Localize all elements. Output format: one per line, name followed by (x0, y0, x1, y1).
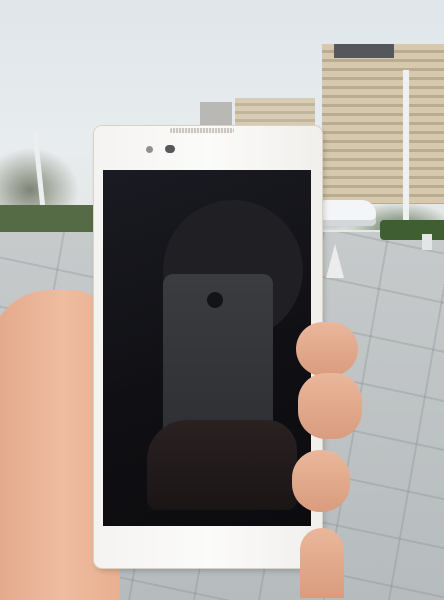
finger-little (300, 528, 344, 598)
hedge-right (380, 220, 444, 240)
finger-middle (298, 373, 362, 439)
hedge-left (0, 205, 96, 233)
finger-ring (292, 450, 350, 512)
screen-reflection-hand (147, 420, 297, 510)
white-car (314, 200, 376, 226)
traffic-cone (326, 244, 344, 278)
bollard (422, 234, 432, 250)
phone-screen (103, 170, 311, 526)
office-building (322, 44, 444, 204)
smartphone (94, 126, 322, 568)
front-camera (165, 145, 175, 153)
screen-reflection-lens (207, 292, 223, 308)
proximity-sensor (146, 146, 153, 153)
street-lamp-right (403, 70, 409, 220)
finger-index (296, 322, 358, 376)
photo-scene (0, 0, 444, 600)
earpiece-grille (170, 128, 234, 133)
phone-chin (94, 528, 322, 568)
